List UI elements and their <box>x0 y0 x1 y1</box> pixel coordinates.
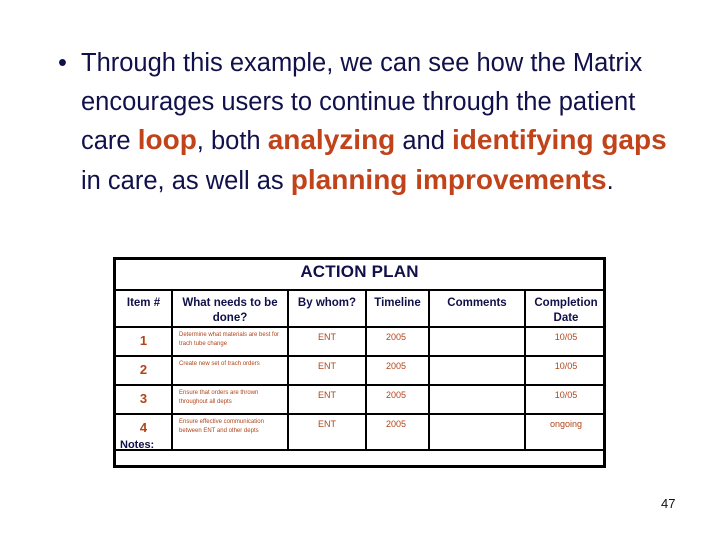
table-row: 4 Ensure effective communication between… <box>116 413 606 451</box>
timeline: 2005 <box>365 413 430 451</box>
timeline: 2005 <box>365 384 430 415</box>
header-timeline: Timeline <box>365 289 430 328</box>
completion-date: 10/05 <box>524 355 606 386</box>
completion-date: ongoing <box>524 413 606 451</box>
bullet-paragraph: • Through this example, we can see how t… <box>58 44 678 200</box>
page-number: 47 <box>661 496 676 511</box>
emphasis-planning-improvements: planning improvements <box>290 163 607 195</box>
task-description: Ensure that orders are thrown throughout… <box>171 384 289 415</box>
header-row: Item # What needs to be done? By whom? T… <box>116 289 606 328</box>
action-plan-title: ACTION PLAN <box>300 262 419 281</box>
item-number: 3 <box>116 384 173 415</box>
bullet-marker: • <box>58 49 67 77</box>
item-number: 1 <box>116 326 173 357</box>
comments <box>428 413 526 451</box>
header-item: Item # <box>116 289 173 328</box>
text-segment: . <box>606 166 614 195</box>
task-description: Determine what materials are best for tr… <box>171 326 289 357</box>
text-segment: , both <box>196 127 268 155</box>
task-description: Create new set of trach orders <box>171 355 289 386</box>
responsible: ENT <box>287 326 367 357</box>
completion-date: 10/05 <box>524 326 606 357</box>
timeline: 2005 <box>365 355 430 386</box>
comments <box>428 384 526 415</box>
text-segment: and <box>395 127 452 155</box>
text-segment: in care, as well as <box>81 166 291 195</box>
emphasis-identifying-gaps: identifying gaps <box>452 124 667 155</box>
item-number: 2 <box>116 355 173 386</box>
comments <box>428 355 526 386</box>
responsible: ENT <box>287 384 367 415</box>
emphasis-loop: loop <box>137 124 197 155</box>
notes-label: Notes: <box>120 439 155 451</box>
header-who: By whom? <box>287 289 367 328</box>
bullet-text: Through this example, we can see how the… <box>81 44 678 200</box>
header-completion: Completion Date <box>524 289 606 328</box>
timeline: 2005 <box>365 326 430 357</box>
header-comments: Comments <box>428 289 526 328</box>
table-row: 1 Determine what materials are best for … <box>116 326 606 357</box>
table-row: 3 Ensure that orders are thrown througho… <box>116 384 606 415</box>
table-row: 2 Create new set of trach orders ENT 200… <box>116 355 606 386</box>
responsible: ENT <box>287 355 367 386</box>
header-what: What needs to be done? <box>171 289 289 328</box>
completion-date: 10/05 <box>524 384 606 415</box>
action-plan-form: ACTION PLAN Item # What needs to be done… <box>113 257 606 468</box>
comments <box>428 326 526 357</box>
responsible: ENT <box>287 413 367 451</box>
task-description: Ensure effective communication between E… <box>171 413 289 451</box>
emphasis-analyzing: analyzing <box>267 124 396 155</box>
action-plan-table: Item # What needs to be done? By whom? T… <box>116 289 606 451</box>
